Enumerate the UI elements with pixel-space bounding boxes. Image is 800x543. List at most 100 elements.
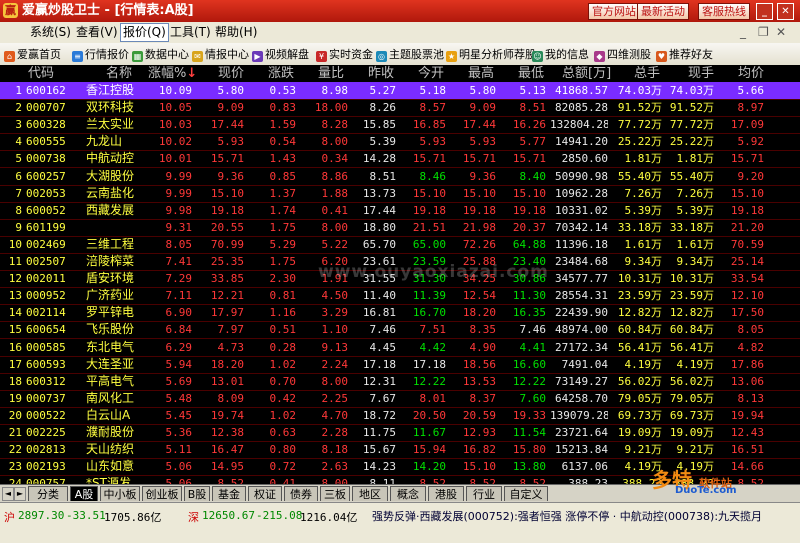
col-current-volume[interactable]: 现手 [688, 65, 714, 82]
tab-3[interactable]: 创业板 [142, 486, 182, 501]
table-row[interactable]: 22 002813 天山纺织 5.11 16.47 0.80 8.18 15.67 15.94 1… [0, 441, 800, 460]
close-icon[interactable]: ✕ [777, 3, 794, 20]
col-price[interactable]: 现价 [218, 65, 244, 82]
col-total-volume[interactable]: 总手 [634, 65, 660, 82]
cell-code: 600312 [26, 374, 66, 388]
table-row[interactable]: 8 600052 西藏发展 9.98 19.18 1.74 0.41 17.44 19.18 19… [0, 202, 800, 220]
col-avg-price[interactable]: 均价 [738, 65, 764, 82]
cell-amount: 28554.31 [555, 289, 608, 303]
cell-prev: 8.51 [369, 169, 397, 183]
table-row[interactable]: 5 000738 中航动控 10.01 15.71 1.43 0.34 14.28 15.71 1… [0, 150, 800, 169]
table-row[interactable]: 21 002225 濮耐股份 5.36 12.38 0.63 2.28 11.75 11.67 1… [0, 424, 800, 442]
col-high[interactable]: 最高 [468, 65, 494, 82]
toolbar-intel-center[interactable]: ✉ 情报中心 [192, 47, 249, 62]
minimize-icon[interactable]: _ [756, 3, 773, 20]
table-row[interactable]: 6 600257 大湖股份 9.99 9.36 0.85 8.86 8.51 8.46 9.36 8… [0, 168, 800, 186]
tab-4[interactable]: B股 [184, 486, 210, 501]
menu-view[interactable]: 查看(V) [76, 24, 118, 41]
toolbar-recommend-friend[interactable]: ♥ 推荐好友 [656, 47, 713, 62]
table-row[interactable]: 15 600654 飞乐股份 6.84 7.97 0.51 1.10 7.46 7.51 8.35… [0, 321, 800, 340]
cell-change: 0.63 [269, 426, 297, 439]
menu-minimize-icon[interactable]: _ [740, 24, 746, 41]
cell-prev: 4.45 [369, 340, 397, 354]
cell-prev: 17.18 [362, 357, 396, 371]
toolbar-home[interactable]: ⌂ 爱赢首页 [4, 47, 61, 62]
tab-11[interactable]: 港股 [428, 486, 464, 501]
menu-close-icon[interactable]: ✕ [776, 24, 786, 41]
cell-price: 14.95 [210, 460, 244, 474]
cell-low: 12.22 [512, 374, 546, 388]
tab-6[interactable]: 权证 [248, 486, 282, 501]
cell-avg: 12.43 [730, 426, 764, 439]
official-site-button[interactable]: 官方网站 [588, 3, 640, 20]
col-volume-ratio[interactable]: 量比 [318, 65, 344, 82]
cell-name: 云南盐化 [86, 185, 135, 200]
tab-12[interactable]: 行业 [466, 486, 502, 501]
col-low[interactable]: 最低 [518, 65, 544, 82]
title-bar: 赢 爱赢炒股卫士 - [行情表:A股] 官方网站 最新活动 客服热线 _ ✕ [0, 0, 800, 22]
table-row[interactable]: 20 000522 白云山A 5.45 19.74 1.02 4.70 18.72 20.50 2… [0, 407, 800, 425]
cell-high: 20.59 [462, 408, 496, 422]
toolbar-theme-pool[interactable]: ◎ 主题股票池 [376, 47, 444, 62]
table-row[interactable]: 17 600593 大连圣亚 5.94 18.20 1.02 2.24 17.18 17.18 1… [0, 356, 800, 374]
latest-events-button[interactable]: 最新活动 [637, 3, 689, 20]
menu-quote[interactable]: 报价(Q) [120, 23, 169, 42]
toolbar-4d-test[interactable]: ◆ 四维测股 [594, 47, 651, 62]
news-ticker[interactable]: 强势反弹·西藏发展(000752):强者恒强 涨停不停 · 中航动控(00073… [372, 508, 800, 522]
cell-vol-ratio: 8.86 [321, 169, 349, 183]
table-row[interactable]: 7 002053 云南盐化 9.99 15.10 1.37 1.88 13.73 15.10 15… [0, 185, 800, 203]
cell-amount: 50990.98 [555, 169, 608, 183]
table-row[interactable]: 3 600328 兰太实业 10.03 17.44 1.59 8.28 15.85 16.85 1… [0, 116, 800, 135]
toolbar-data-center[interactable]: ▦ 数据中心 [132, 47, 189, 62]
cell-idx: 15 [8, 323, 22, 337]
menu-system[interactable]: 系统(S) [30, 24, 71, 41]
tab-1[interactable]: A股 [70, 486, 98, 501]
tab-scroll-right-icon[interactable]: ► [14, 487, 26, 501]
table-row[interactable]: 19 000737 南风化工 5.48 8.09 0.42 2.25 7.67 8.01 8.37… [0, 390, 800, 408]
cell-high: 72.26 [462, 237, 496, 251]
col-name[interactable]: 名称 [106, 65, 132, 82]
tab-7[interactable]: 债券 [284, 486, 318, 501]
col-code[interactable]: 代码 [28, 65, 54, 82]
table-row[interactable]: 1 600162 香江控股 10.09 5.80 0.53 8.98 5.27 5.18 5.80… [0, 82, 800, 100]
tab-8[interactable]: 三板 [320, 486, 350, 501]
col-change[interactable]: 涨跌 [268, 65, 294, 82]
cell-price: 12.21 [210, 289, 244, 303]
table-row[interactable]: 2 000707 双环科技 10.05 9.09 0.83 18.00 8.26 8.57 9.0… [0, 99, 800, 118]
cell-high: 5.93 [469, 135, 497, 149]
tab-scroll-left-icon[interactable]: ◄ [2, 487, 14, 501]
tab-10[interactable]: 概念 [390, 486, 426, 501]
cell-change: 1.75 [269, 220, 297, 234]
tab-2[interactable]: 中小板 [100, 486, 140, 501]
table-row[interactable]: 16 000585 东北电气 6.29 4.73 0.28 9.13 4.45 4.42 4.90… [0, 339, 800, 357]
toolbar-my-info[interactable]: ☺ 我的信息 [532, 47, 589, 62]
service-hotline-button[interactable]: 客服热线 [698, 3, 750, 20]
table-row[interactable]: 14 002114 罗平锌电 6.90 17.97 1.16 3.29 16.81 16.70 1… [0, 304, 800, 323]
table-row[interactable]: 10 002469 三维工程 8.05 70.99 5.29 5.22 65.70 65.00 7… [0, 236, 800, 254]
toolbar-quotes[interactable]: ≡ 行情报价 [72, 47, 129, 62]
tab-9[interactable]: 地区 [352, 486, 388, 501]
table-row[interactable]: 18 600312 平高电气 5.69 13.01 0.70 8.00 12.31 12.22 1… [0, 373, 800, 391]
col-change-pct[interactable]: 涨幅%↓ [148, 65, 197, 82]
toolbar-star-analyst[interactable]: ★ 明星分析师荐股 [446, 47, 536, 62]
menu-tools[interactable]: 工具(T) [170, 24, 211, 41]
tab-0[interactable]: 分类 [28, 486, 68, 501]
menu-restore-icon[interactable]: ❐ [758, 24, 769, 41]
col-prev-close[interactable]: 昨收 [368, 65, 394, 82]
cell-name: 飞乐股份 [86, 322, 135, 337]
cell-open: 16.70 [412, 306, 446, 320]
table-row[interactable]: 13 000952 广济药业 7.11 12.21 0.81 4.50 11.40 11.39 1… [0, 287, 800, 306]
table-row[interactable]: 9 601199 9.31 20.55 1.75 8.00 18.80 21.51 21.98 2… [0, 219, 800, 237]
table-row[interactable]: 4 600555 九龙山 10.02 5.93 0.54 8.00 5.39 5.93 5.93 5… [0, 133, 800, 152]
cell-idx: 11 [8, 255, 22, 268]
toolbar-video[interactable]: ▶ 视频解盘 [252, 47, 309, 62]
cell-cur-vol: 9.21万 [676, 443, 715, 457]
toolbar-realtime-funds[interactable]: ¥ 实时资金 [316, 47, 373, 62]
menu-help[interactable]: 帮助(H) [215, 24, 257, 41]
tab-13[interactable]: 自定义 [504, 486, 548, 501]
cell-avg: 17.86 [730, 357, 764, 371]
col-open[interactable]: 今开 [418, 65, 444, 82]
cell-cur-vol: 19.09万 [669, 426, 714, 439]
col-amount[interactable]: 总额[万] [562, 65, 611, 82]
tab-5[interactable]: 基金 [212, 486, 246, 501]
